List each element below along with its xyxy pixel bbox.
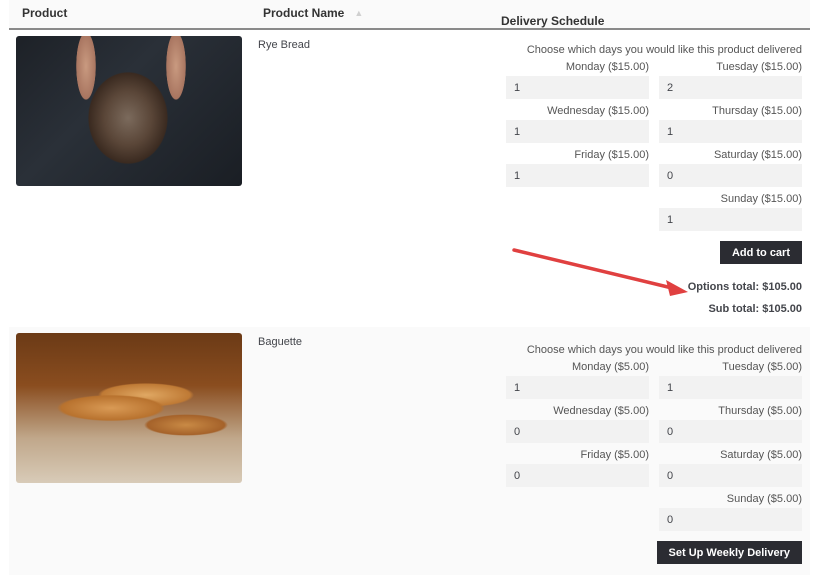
options-total: Options total: $105.00 (687, 281, 802, 293)
day-field-wednesday: Wednesday ($5.00) (506, 404, 649, 448)
delivery-schedule: Choose which days you would like this pr… (506, 44, 802, 320)
wednesday-quantity-input[interactable] (506, 420, 649, 443)
products-table: Product Product Name ▲︎ Delivery Schedule… (9, 0, 810, 575)
day-field-friday: Friday ($5.00) (506, 448, 649, 492)
baguette-image[interactable] (16, 333, 242, 483)
sub-total: Sub total: $105.00 (708, 303, 802, 315)
day-field-tuesday: Tuesday ($15.00) (659, 60, 802, 104)
saturday-quantity-input[interactable] (659, 464, 802, 487)
day-field-friday: Friday ($15.00) (506, 148, 649, 192)
header-delivery-schedule: Delivery Schedule (501, 14, 605, 28)
table-row: Baguette Choose which days you would lik… (9, 327, 810, 575)
add-to-cart-button[interactable]: Add to cart (719, 241, 802, 264)
rye-bread-image[interactable] (16, 36, 242, 186)
day-field-monday: Monday ($15.00) (506, 60, 649, 104)
saturday-quantity-input[interactable] (659, 164, 802, 187)
header-product-name[interactable]: Product Name ▲︎ (263, 6, 363, 20)
day-field-monday: Monday ($5.00) (506, 360, 649, 404)
thursday-quantity-input[interactable] (659, 420, 802, 443)
table-header: Product Product Name ▲︎ Delivery Schedule (9, 0, 810, 30)
wednesday-quantity-input[interactable] (506, 120, 649, 143)
friday-quantity-input[interactable] (506, 164, 649, 187)
header-product: Product (22, 6, 68, 20)
product-name: Baguette (258, 336, 303, 348)
totals: Options total: $105.00 Sub total: $105.0… (506, 276, 802, 320)
tuesday-quantity-input[interactable] (659, 76, 802, 99)
day-field-saturday: Saturday ($5.00) (659, 448, 802, 492)
day-field-saturday: Saturday ($15.00) (659, 148, 802, 192)
schedule-intro: Choose which days you would like this pr… (526, 44, 802, 56)
thursday-quantity-input[interactable] (659, 120, 802, 143)
day-field-tuesday: Tuesday ($5.00) (659, 360, 802, 404)
sort-icon[interactable]: ▲︎ (354, 8, 363, 18)
tuesday-quantity-input[interactable] (659, 376, 802, 399)
day-field-sunday: Sunday ($5.00) (659, 492, 802, 536)
delivery-schedule: Choose which days you would like this pr… (506, 344, 802, 564)
table-row: Rye Bread Choose which days you would li… (9, 30, 810, 327)
day-field-sunday: Sunday ($15.00) (659, 192, 802, 236)
schedule-intro: Choose which days you would like this pr… (526, 344, 802, 356)
sunday-quantity-input[interactable] (659, 508, 802, 531)
day-field-thursday: Thursday ($5.00) (659, 404, 802, 448)
monday-quantity-input[interactable] (506, 376, 649, 399)
product-name: Rye Bread (258, 39, 310, 51)
set-up-weekly-delivery-button[interactable]: Set Up Weekly Delivery (656, 541, 802, 564)
sunday-quantity-input[interactable] (659, 208, 802, 231)
day-field-wednesday: Wednesday ($15.00) (506, 104, 649, 148)
day-field-thursday: Thursday ($15.00) (659, 104, 802, 148)
friday-quantity-input[interactable] (506, 464, 649, 487)
monday-quantity-input[interactable] (506, 76, 649, 99)
